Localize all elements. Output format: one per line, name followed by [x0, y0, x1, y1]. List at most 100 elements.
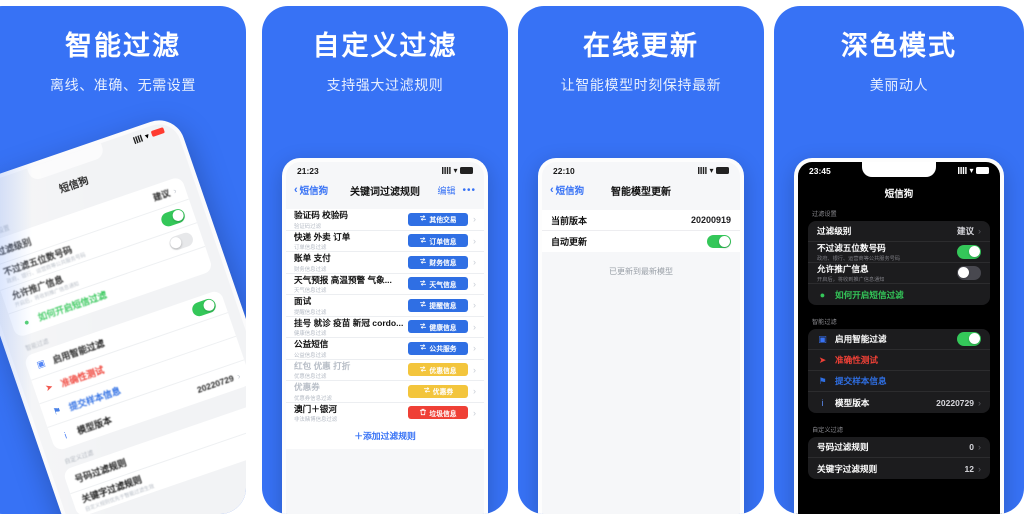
rule-tag-badge[interactable]: 其他交易 — [408, 212, 468, 226]
rule-tag-badge[interactable]: 财务信息 — [408, 255, 468, 269]
row-label: 提交样本信息 — [835, 376, 887, 386]
rule-tag-badge[interactable]: 公共服务 — [408, 341, 468, 355]
chevron-right-icon: › — [978, 397, 981, 408]
send-icon: ➤ — [818, 354, 827, 365]
row-value: 20220729 — [936, 397, 974, 408]
section-header: 智能过滤 — [812, 319, 837, 326]
row-label: 自动更新 — [551, 237, 588, 247]
row-label: 如何开启短信过滤 — [835, 289, 904, 300]
panel-1-headline: 智能过滤 — [65, 31, 181, 61]
table-row[interactable]: 挂号 就诊 疫苗 新冠 cordo... 健康信息过滤 健康信息 › — [286, 317, 484, 338]
settings-toggle[interactable] — [957, 332, 981, 346]
rule-tag-badge[interactable]: 优惠券 — [408, 384, 468, 398]
panel-4-heading: 深色模式 美丽动人 — [774, 28, 1024, 95]
row-value: 建议 — [956, 226, 974, 236]
row-current-version: 当前版本 20200919 — [542, 210, 740, 231]
table-row[interactable]: 优惠券 优惠券信息过滤 优惠券 › — [286, 381, 484, 403]
chevron-right-icon: › — [473, 321, 476, 332]
settings-row[interactable]: ▣ 启用智能过滤 — [808, 329, 990, 350]
rule-tag-badge[interactable]: 订单信息 — [408, 234, 468, 248]
chevron-right-icon: › — [978, 226, 981, 236]
row-auto-update[interactable]: 自动更新 — [542, 231, 740, 252]
panel-1-heading: 智能过滤 离线、准确、无需设置 — [0, 28, 246, 95]
settings-card: ▣ 启用智能过滤 ➤ 准确性测试 ⚑ 提交样本信息 i 模型版本 20220729 › — [808, 329, 990, 413]
rule-tag-badge[interactable]: 提醒信息 — [408, 298, 468, 312]
row-label: 当前版本 — [551, 215, 588, 226]
rule-sublabel: 优惠券信息过滤 — [294, 395, 332, 402]
rule-tag-badge[interactable]: 垃圾信息 — [408, 406, 468, 420]
phone-frame-4: 23:45 ▾ 短信狗 过滤设置 过滤级别 建议 › 不过滤五位数号码 政府、银行、运营商… — [794, 158, 1004, 514]
rule-tag-label: 优惠信息 — [429, 367, 457, 375]
phone-notch — [862, 162, 936, 177]
chevron-right-icon: › — [978, 463, 981, 474]
back-button[interactable]: ‹ 短信狗 — [550, 183, 584, 197]
edit-button[interactable]: 编辑 — [437, 184, 455, 197]
signal-icon — [957, 167, 967, 174]
robot-icon: ▣ — [818, 333, 827, 344]
panel-1-subline: 离线、准确、无需设置 — [50, 77, 196, 93]
more-button[interactable]: ••• — [462, 185, 476, 196]
settings-row[interactable]: 过滤级别 建议 › — [808, 221, 990, 242]
back-label: 短信狗 — [299, 186, 329, 197]
panel-smart-filter: 智能过滤 离线、准确、无需设置 ▾ 短信狗 过滤设置 过滤级别 建议 › 不过滤… — [0, 6, 246, 514]
settings-row[interactable]: i 模型版本 20220729 › — [808, 392, 990, 413]
rule-tag-badge[interactable]: 优惠信息 — [408, 363, 468, 377]
rule-keywords: 验证码 校验码 — [294, 210, 348, 220]
add-rule-button[interactable]: ＋添加过滤规则 — [286, 423, 484, 449]
phone-4-title: 短信狗 — [884, 189, 914, 200]
settings-row[interactable]: ● 如何开启短信过滤 — [808, 284, 990, 305]
settings-row[interactable]: 不过滤五位数号码 政府、银行、运营商等公共服务号码 — [808, 242, 990, 263]
table-row[interactable]: 天气预报 高温预警 气象... 天气信息过滤 天气信息 › — [286, 274, 484, 295]
rule-tag-label: 提醒信息 — [429, 303, 457, 311]
table-row[interactable]: 验证码 校验码 验证码过滤 其他交易 › — [286, 209, 484, 231]
rule-tag-badge[interactable]: 天气信息 — [408, 277, 468, 291]
toggle-auto-update[interactable] — [707, 234, 731, 249]
rule-tag-label: 优惠券 — [432, 389, 454, 397]
settings-toggle[interactable] — [957, 245, 981, 259]
settings-row[interactable]: ⚑ 提交样本信息 — [808, 371, 990, 392]
panel-3-heading: 在线更新 让智能模型时刻保持最新 — [518, 28, 764, 95]
update-status-note: 已更新到最新模型 — [609, 267, 673, 276]
toggle-skip-5digit[interactable] — [159, 207, 187, 229]
dark-settings-list: 过滤设置 过滤级别 建议 › 不过滤五位数号码 政府、银行、运营商等公共服务号码 允许推广信… — [798, 209, 1000, 479]
chevron-right-icon: › — [473, 364, 476, 375]
wifi-icon: ▾ — [143, 130, 151, 141]
settings-row[interactable]: 关键字过滤规则 12 › — [808, 458, 990, 479]
info-icon: i — [821, 397, 824, 408]
settings-toggle[interactable] — [957, 266, 981, 280]
rule-tag-label: 公共服务 — [429, 346, 457, 354]
table-row[interactable]: 账单 支付 财务信息过滤 财务信息 › — [286, 252, 484, 274]
status-time: 21:23 — [297, 165, 319, 176]
table-row[interactable]: 红包 优惠 打折 优惠信息过滤 优惠信息 › — [286, 360, 484, 381]
row-value: 12 — [964, 463, 974, 474]
table-row[interactable]: 公益短信 公益信息过滤 公共服务 › — [286, 338, 484, 360]
panel-2-heading: 自定义过滤 支持强大过滤规则 — [262, 28, 508, 95]
table-row[interactable]: 澳门＋银河 非法赌博信息过滤 垃圾信息 › — [286, 403, 484, 424]
rule-tag-label: 财务信息 — [429, 260, 457, 268]
toggle-enable-smart[interactable] — [190, 297, 218, 318]
rule-sublabel: 财务信息过滤 — [294, 266, 327, 273]
settings-row[interactable]: 允许推广信息 开启后，将收到推广信息通知 — [808, 263, 990, 284]
rule-sublabel: 非法赌博信息过滤 — [294, 417, 338, 423]
battery-icon — [716, 167, 729, 174]
row-label: 允许推广信息 — [817, 264, 869, 275]
swap-icon — [419, 300, 427, 310]
back-button[interactable]: ‹ 短信狗 — [294, 183, 328, 197]
phone-frame-1: ▾ 短信狗 过滤设置 过滤级别 建议 › 不过滤五位数号码 政府、银行、运营商等… — [0, 113, 246, 514]
rule-sublabel: 健康信息过滤 — [294, 331, 327, 337]
row-value: 20220729 — [195, 372, 235, 395]
row-label: 号码过滤规则 — [817, 442, 869, 452]
table-row[interactable]: 面试 提醒信息过滤 提醒信息 › — [286, 295, 484, 317]
rule-tag-label: 健康信息 — [429, 324, 457, 332]
swap-icon — [419, 343, 427, 353]
settings-row[interactable]: ➤ 准确性测试 — [808, 350, 990, 371]
settings-row[interactable]: 号码过滤规则 0 › — [808, 437, 990, 458]
chevron-right-icon: › — [473, 278, 476, 289]
swap-icon — [419, 236, 427, 246]
toggle-allow-promo[interactable] — [167, 231, 195, 252]
table-row[interactable]: 快递 外卖 订单 订单信息过滤 订单信息 › — [286, 231, 484, 252]
chevron-right-icon: › — [473, 407, 476, 418]
tilted-phone-mockup: ▾ 短信狗 过滤设置 过滤级别 建议 › 不过滤五位数号码 政府、银行、运营商等… — [0, 93, 246, 514]
rule-tag-badge[interactable]: 健康信息 — [408, 320, 468, 334]
section-header: 过滤设置 — [812, 211, 837, 218]
